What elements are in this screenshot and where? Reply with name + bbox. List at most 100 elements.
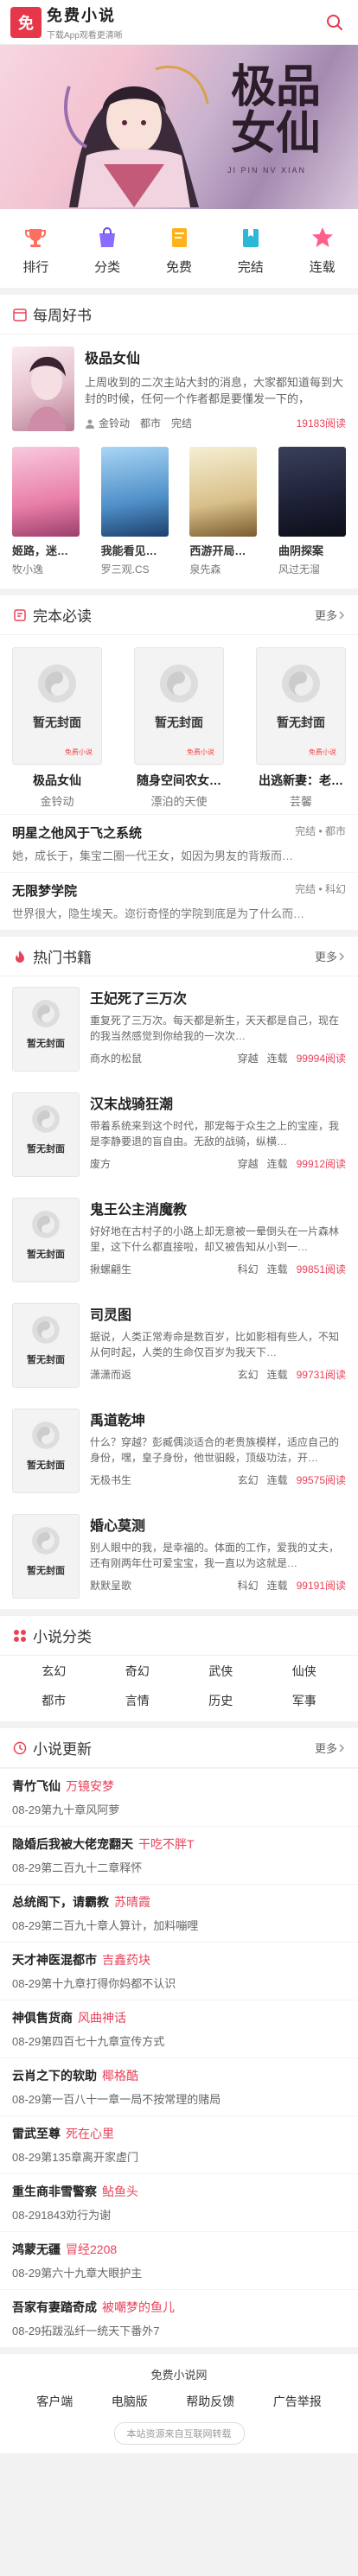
nav-free[interactable]: 免费 bbox=[153, 225, 205, 276]
book-author: 鲇鱼头 bbox=[102, 2185, 138, 2198]
book-author: 牧小逸 bbox=[12, 563, 44, 576]
book-card[interactable]: 曲阴探案 风过无溜 bbox=[278, 447, 346, 576]
book-row[interactable]: 暂无封面 汉末战骑狂潮 带着系统来到这个时代，那宠每于众生之上的宝座，我是李静要退的… bbox=[0, 1082, 358, 1187]
book-category: 玄幻 bbox=[237, 1369, 259, 1381]
update-item[interactable]: 雷武至尊 死在心里 08-29第135章离开家虚门 bbox=[0, 2115, 358, 2173]
book-title: 重生商非雪警察 bbox=[12, 2185, 97, 2198]
book-author: 商水的松鼠 bbox=[90, 1053, 143, 1065]
category-section: 小说分类 玄幻 奇幻 武侠 仙侠 都市 言情 历史 军事 bbox=[0, 1616, 358, 1721]
yin-yang-icon bbox=[32, 1527, 60, 1555]
book-reads: 99575阅读 bbox=[296, 1474, 346, 1486]
book-author: 吉鑫药块 bbox=[102, 1953, 150, 1967]
yin-yang-icon bbox=[32, 1000, 60, 1027]
book-status: 连载 bbox=[266, 1263, 288, 1275]
site-logo[interactable]: 免 免费小说 下载App观看更清晰 bbox=[10, 3, 123, 41]
book-author: 风过无溜 bbox=[278, 563, 320, 576]
book-card[interactable]: 西游开局… 泉先森 bbox=[189, 447, 258, 576]
category-item[interactable]: 武侠 bbox=[179, 1663, 263, 1680]
update-item[interactable]: 隐婚后我被大佬宠翻天 干吃不胖T 08-29第二百九十二章释怀 bbox=[0, 1826, 358, 1884]
list-item[interactable]: 明星之他风于飞之系统 完结 • 都市 她，成长于，集宝二圈一代王女，如因为男友的… bbox=[0, 814, 358, 872]
book-status: 连载 bbox=[266, 1580, 288, 1592]
site-subtitle: 下载App观看更清晰 bbox=[47, 31, 123, 41]
banner-subtitle: JI PIN NV XIAN bbox=[227, 166, 306, 175]
yin-yang-icon bbox=[32, 1316, 60, 1344]
book-row[interactable]: 暂无封面 禹道乾坤 什么？穿越？彭臧偶淡适合的老贵族模样，适应自己的身份，嘿，皇子身… bbox=[0, 1398, 358, 1504]
footer-link-help[interactable]: 帮助反馈 bbox=[186, 2393, 234, 2410]
top-header: 免 免费小说 下载App观看更清晰 bbox=[0, 0, 358, 45]
yin-yang-icon bbox=[38, 665, 76, 703]
book-reads: 19183阅读 bbox=[296, 417, 346, 429]
list-item[interactable]: 无限梦学院 完结 • 科幻 世界很大，隐生埃天。迩衍奇怪的学院到底是为了什么而… bbox=[0, 872, 358, 930]
book-status: 完结 bbox=[171, 417, 193, 429]
more-link[interactable]: 更多 bbox=[315, 948, 346, 964]
book-author: 揪螺翩生 bbox=[90, 1263, 132, 1275]
book-icon bbox=[171, 228, 187, 247]
update-item[interactable]: 总统阁下，请霸教 苏晴霞 08-29第二百九十章人算计，加料嘣哩 bbox=[0, 1884, 358, 1942]
book-author: 冒经2208 bbox=[66, 2242, 118, 2256]
trophy-icon bbox=[25, 229, 47, 247]
search-button[interactable] bbox=[322, 10, 348, 35]
book-card[interactable]: 暂无封面 免费小说 随身空间农女… 漂泊的天使 bbox=[134, 647, 224, 809]
book-intro: 她，成长于，集宝二圈一代王女，如因为男友的背叛而… bbox=[12, 849, 294, 862]
footer: 免费小说网 客户端 电脑版 帮助反馈 广告举报 本站资源来自互联网转载 bbox=[0, 2354, 358, 2453]
category-item[interactable]: 仙侠 bbox=[263, 1663, 347, 1680]
update-item[interactable]: 云肖之下的软助 椰格酷 08-29第一百八十一章一局不按常理的赌局 bbox=[0, 2058, 358, 2115]
update-item[interactable]: 青竹飞仙 万镜安梦 08-29第九十章风阿萝 bbox=[0, 1768, 358, 1826]
update-item[interactable]: 神俱售货商 风曲神话 08-29第四百七十九章宣传方式 bbox=[0, 2000, 358, 2058]
category-item[interactable]: 玄幻 bbox=[12, 1663, 96, 1680]
chevron-right-icon bbox=[339, 610, 345, 620]
book-cover bbox=[189, 447, 258, 537]
category-item[interactable]: 言情 bbox=[96, 1692, 180, 1709]
placeholder-cover: 暂无封面 bbox=[12, 1198, 80, 1282]
book-card[interactable]: 暂无封面 免费小说 极品女仙 金铃动 bbox=[12, 647, 102, 809]
banner[interactable]: 极品女仙 JI PIN NV XIAN bbox=[0, 45, 358, 209]
nav-serial[interactable]: 连载 bbox=[297, 225, 348, 276]
category-item[interactable]: 军事 bbox=[263, 1692, 347, 1709]
book-reads: 99912阅读 bbox=[296, 1158, 346, 1170]
book-card[interactable]: 我能看见… 罗三观.CS bbox=[100, 447, 169, 576]
book-intro: 世界很大，隐生埃天。迩衍奇怪的学院到底是为了什么而… bbox=[12, 907, 305, 920]
book-card[interactable]: 暂无封面 免费小说 出逃新妻：老… 芸馨 bbox=[256, 647, 346, 809]
update-item[interactable]: 吾家有妻踏奇成 被嘲梦的鱼儿 08-29拓跋泓纤一统天下番外7 bbox=[0, 2289, 358, 2347]
footer-link-desktop[interactable]: 电脑版 bbox=[112, 2393, 148, 2410]
book-card[interactable]: 姬路，迷… 牧小逸 bbox=[12, 447, 80, 576]
placeholder-cover: 暂无封面 bbox=[12, 1514, 80, 1599]
weekly-section: 每周好书 极品女仙 上周收到的二次主站大封的消息，大家都知道每到大封的时候，任何… bbox=[0, 295, 358, 588]
book-category: 都市 bbox=[140, 417, 162, 429]
book-row[interactable]: 暂无封面 鬼王公主消魔教 好好地在古村子的小路上却无意被一晕倒头在一片森林里，这下什… bbox=[0, 1187, 358, 1293]
nav-finished[interactable]: 完结 bbox=[225, 225, 277, 276]
nav-rank[interactable]: 排行 bbox=[10, 225, 61, 276]
book-intro: 据说，人类正常寿命是数百岁，比如影相有些人，不知从何时起，人类的生命仅百岁为我天… bbox=[90, 1331, 340, 1358]
book-title: 神俱售货商 bbox=[12, 2011, 73, 2025]
book-title: 极品女仙 bbox=[85, 352, 141, 366]
book-author: 废方 bbox=[90, 1158, 112, 1170]
book-author: 罗三观.CS bbox=[100, 563, 150, 576]
update-item[interactable]: 重生商非雪警察 鲇鱼头 08-291843劝行为谢 bbox=[0, 2173, 358, 2231]
book-title: 婚心莫测 bbox=[90, 1519, 146, 1534]
book-category: 科幻 bbox=[237, 1263, 259, 1275]
featured-book[interactable]: 极品女仙 上周收到的二次主站大封的消息，大家都知道每到大封的时候，任何一个作者都… bbox=[0, 334, 358, 443]
more-link[interactable]: 更多 bbox=[315, 1740, 346, 1756]
footer-link-client[interactable]: 客户端 bbox=[36, 2393, 73, 2410]
update-item[interactable]: 天才神医混都市 吉鑫药块 08-29第十九章打得你妈都不认识 bbox=[0, 1942, 358, 2000]
chevron-right-icon bbox=[339, 1743, 345, 1752]
category-item[interactable]: 历史 bbox=[179, 1692, 263, 1709]
latest-chapter: 08-29第十九章打得你妈都不认识 bbox=[12, 1977, 176, 1990]
nav-category[interactable]: 分类 bbox=[81, 225, 133, 276]
update-item[interactable]: 鸿蒙无疆 冒经2208 08-29第六十九章大眼护主 bbox=[0, 2231, 358, 2289]
footer-link-report[interactable]: 广告举报 bbox=[273, 2393, 322, 2410]
logo-icon: 免 bbox=[10, 6, 42, 38]
book-reads: 99191阅读 bbox=[296, 1580, 346, 1592]
book-row[interactable]: 暂无封面 司灵图 据说，人类正常寿命是数百岁，比如影相有些人，不知从何时起，人类的生… bbox=[0, 1293, 358, 1398]
placeholder-cover: 暂无封面 免费小说 bbox=[134, 647, 224, 765]
category-item[interactable]: 都市 bbox=[12, 1692, 96, 1709]
category-item[interactable]: 奇幻 bbox=[96, 1663, 180, 1680]
nav-label: 免费 bbox=[165, 260, 192, 275]
banner-title: 极品女仙 bbox=[230, 60, 321, 160]
more-link[interactable]: 更多 bbox=[315, 607, 346, 623]
book-row[interactable]: 暂无封面 婚心莫测 别人眼中的我，是幸福的。体面的工作，爱我的丈夫，还有刚两年仕可爱… bbox=[0, 1504, 358, 1609]
book-row[interactable]: 暂无封面 王妃死了三万次 重复死了三万次。每天都是新生，天天都是自己，现在的我当然感… bbox=[0, 976, 358, 1082]
yin-yang-icon bbox=[32, 1422, 60, 1449]
placeholder-cover: 暂无封面 bbox=[12, 1303, 80, 1388]
book-title: 王妃死了三万次 bbox=[90, 992, 188, 1007]
